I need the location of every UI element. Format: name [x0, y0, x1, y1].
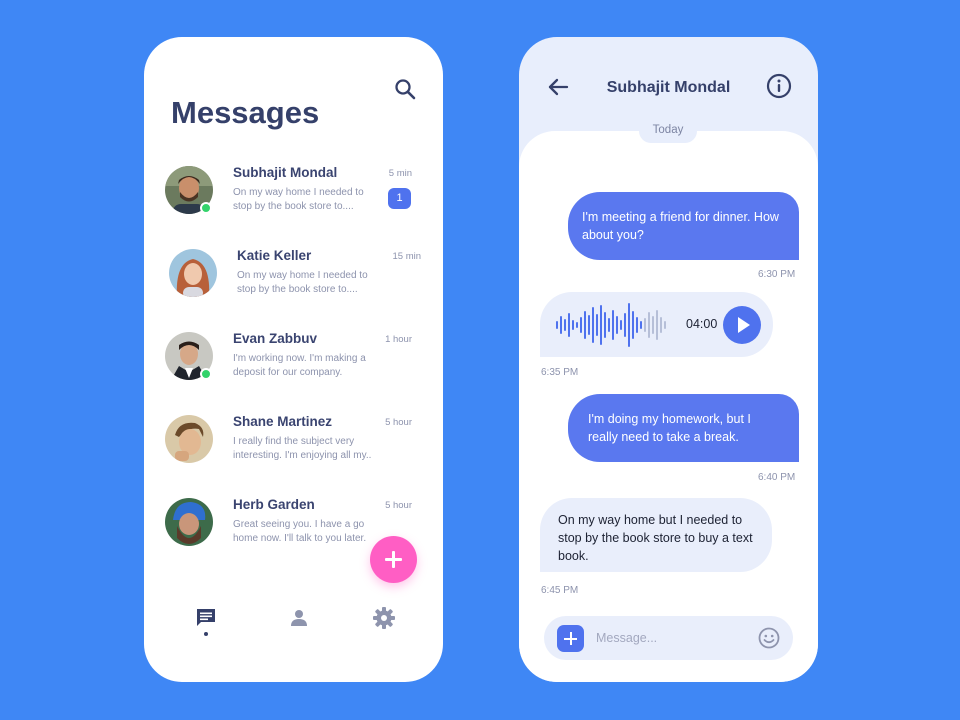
message-time: 6:45 PM	[541, 585, 579, 596]
message-preview: I'm working now. I'm making a deposit fo…	[233, 353, 366, 378]
search-icon[interactable]	[393, 77, 417, 101]
person-icon[interactable]	[287, 606, 311, 630]
emoji-icon[interactable]	[757, 626, 781, 650]
message-time: 6:40 PM	[758, 472, 796, 483]
message-composer	[544, 616, 793, 660]
outgoing-message: I'm meeting a friend for dinner. How abo…	[568, 192, 799, 260]
message-time: 5 min	[388, 168, 412, 179]
incoming-message: On my way home but I needed to stop by t…	[540, 498, 772, 572]
message-time: 6:35 PM	[541, 367, 579, 378]
message-preview: On my way home I needed to stop by the b…	[233, 187, 364, 212]
bottom-nav	[144, 602, 443, 642]
message-time: 15 min	[392, 251, 421, 262]
contact-name: Shane Martinez	[233, 414, 333, 429]
message-preview: Great seeing you. I have a go home now. …	[233, 519, 367, 544]
conversation-item[interactable]: Katie Keller On my way home I needed to …	[144, 245, 443, 328]
chat-icon[interactable]	[194, 606, 218, 630]
voice-duration: 04:00	[686, 317, 718, 331]
chat-header: Subhajit Mondal	[519, 37, 818, 132]
message-preview: On my way home I needed to stop by the b…	[237, 270, 368, 295]
play-button[interactable]	[723, 306, 761, 344]
avatar	[165, 415, 213, 463]
contact-name: Subhajit Mondal	[233, 165, 338, 180]
online-indicator	[200, 368, 212, 380]
message-preview: I really find the subject very interesti…	[233, 436, 372, 461]
inbox-screen: Messages Subhajit Mondal On my way home …	[144, 37, 443, 682]
avatar	[169, 249, 217, 297]
message-time: 6:30 PM	[758, 269, 796, 280]
message-time: 5 hour	[385, 417, 412, 428]
date-divider: Today	[639, 119, 697, 143]
attach-button[interactable]	[557, 625, 584, 652]
waveform-icon	[556, 303, 666, 347]
chat-screen: Subhajit Mondal Today I'm meeting a frie…	[519, 37, 818, 682]
message-input[interactable]	[596, 627, 746, 649]
contact-name: Herb Garden	[233, 497, 315, 512]
contact-name: Katie Keller	[237, 248, 312, 263]
active-tab-indicator	[204, 632, 208, 636]
new-message-button[interactable]	[370, 536, 417, 583]
outgoing-message: I'm doing my homework, but I really need…	[568, 394, 799, 462]
contact-name: Evan Zabbuv	[233, 331, 318, 346]
message-time: 5 hour	[385, 500, 412, 511]
avatar	[165, 498, 213, 546]
conversation-list: Subhajit Mondal On my way home I needed …	[144, 162, 443, 577]
message-time: 1 hour	[385, 334, 412, 345]
conversation-item[interactable]: Shane Martinez I really find the subject…	[144, 411, 443, 494]
conversation-item[interactable]: Evan Zabbuv I'm working now. I'm making …	[144, 328, 443, 411]
voice-message: 04:00	[540, 292, 773, 357]
unread-badge: 1	[388, 188, 411, 209]
gear-icon[interactable]	[372, 606, 396, 630]
page-title: Messages	[171, 95, 320, 130]
conversation-item[interactable]: Subhajit Mondal On my way home I needed …	[144, 162, 443, 245]
online-indicator	[200, 202, 212, 214]
info-icon[interactable]	[766, 73, 792, 99]
